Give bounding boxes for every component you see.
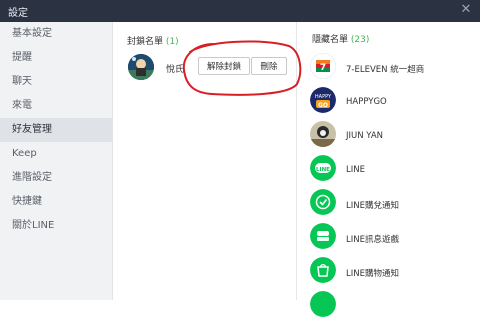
hidden-item-name: LINE購兌通知 — [346, 201, 399, 211]
svg-text:GO: GO — [318, 102, 328, 109]
blocked-friend-name: 悅氏 — [166, 65, 185, 75]
line-shopping-logo-icon — [310, 257, 336, 283]
sidebar-item-advanced[interactable]: 進階設定 — [0, 166, 112, 190]
title-bar: 設定 ✕ — [0, 0, 480, 22]
line-logo-icon: LINE — [310, 155, 336, 181]
blocked-list-count: (1) — [165, 37, 179, 47]
close-icon[interactable]: ✕ — [458, 2, 474, 18]
blocked-list-title: 封鎖名單 (1) — [127, 34, 179, 47]
list-item[interactable]: LINE LINE — [310, 155, 480, 187]
hidden-list-label: 隱藏名單 — [312, 35, 349, 45]
sidebar-item-shortcuts[interactable]: 快捷鍵 — [0, 190, 112, 214]
hidden-list-count: (23) — [350, 35, 370, 45]
list-item[interactable]: LINE購物通知 — [310, 257, 480, 289]
hidden-list-title: 隱藏名單 (23) — [312, 32, 369, 45]
list-item[interactable]: HAPPY GO HAPPYGO — [310, 87, 480, 119]
hidden-item-name: 7-ELEVEN 統一超商 — [346, 65, 425, 75]
column-divider — [296, 22, 297, 300]
svg-text:7: 7 — [320, 63, 326, 73]
svg-text:LINE: LINE — [316, 167, 330, 173]
line-check-logo-icon — [310, 189, 336, 215]
list-item[interactable]: LINE訊息遊戲 — [310, 223, 480, 255]
hidden-item-name: LINE — [346, 165, 365, 175]
happygo-logo-icon: HAPPY GO — [310, 87, 336, 113]
avatar — [128, 54, 154, 80]
hidden-item-name: HAPPYGO — [346, 97, 387, 107]
blocked-friend-avatar-icon — [128, 54, 154, 80]
list-item[interactable]: LINE購兌通知 — [310, 189, 480, 221]
sidebar-item-friends[interactable]: 好友管理 — [0, 118, 112, 142]
photo-avatar-icon — [310, 121, 336, 147]
settings-sidebar: 基本設定 提醒 聊天 來電 好友管理 Keep 進階設定 快捷鍵 關於LINE — [0, 22, 113, 300]
list-item[interactable]: 7 7-ELEVEN 統一超商 — [310, 53, 480, 85]
hidden-item-name: LINE購物通知 — [346, 269, 399, 279]
hidden-item-name: LINE訊息遊戲 — [346, 235, 399, 245]
blocked-list-label: 封鎖名單 — [127, 37, 164, 47]
line-news-logo-icon — [310, 223, 336, 249]
svg-text:HAPPY: HAPPY — [315, 94, 332, 100]
sidebar-item-about[interactable]: 關於LINE — [0, 214, 112, 238]
window-title: 設定 — [8, 8, 28, 19]
sidebar-item-notifications[interactable]: 提醒 — [0, 46, 112, 70]
sidebar-item-calls[interactable]: 來電 — [0, 94, 112, 118]
seven-eleven-logo-icon: 7 — [310, 53, 336, 79]
sidebar-item-keep[interactable]: Keep — [0, 142, 112, 166]
hidden-item-name: JIUN YAN — [346, 131, 384, 141]
list-item[interactable]: JIUN YAN — [310, 121, 480, 153]
delete-button[interactable]: 刪除 — [251, 57, 287, 75]
sidebar-item-chat[interactable]: 聊天 — [0, 70, 112, 94]
list-item-partial-avatar — [310, 291, 336, 317]
unblock-button[interactable]: 解除封鎖 — [198, 57, 250, 75]
sidebar-item-basic[interactable]: 基本設定 — [0, 22, 112, 46]
